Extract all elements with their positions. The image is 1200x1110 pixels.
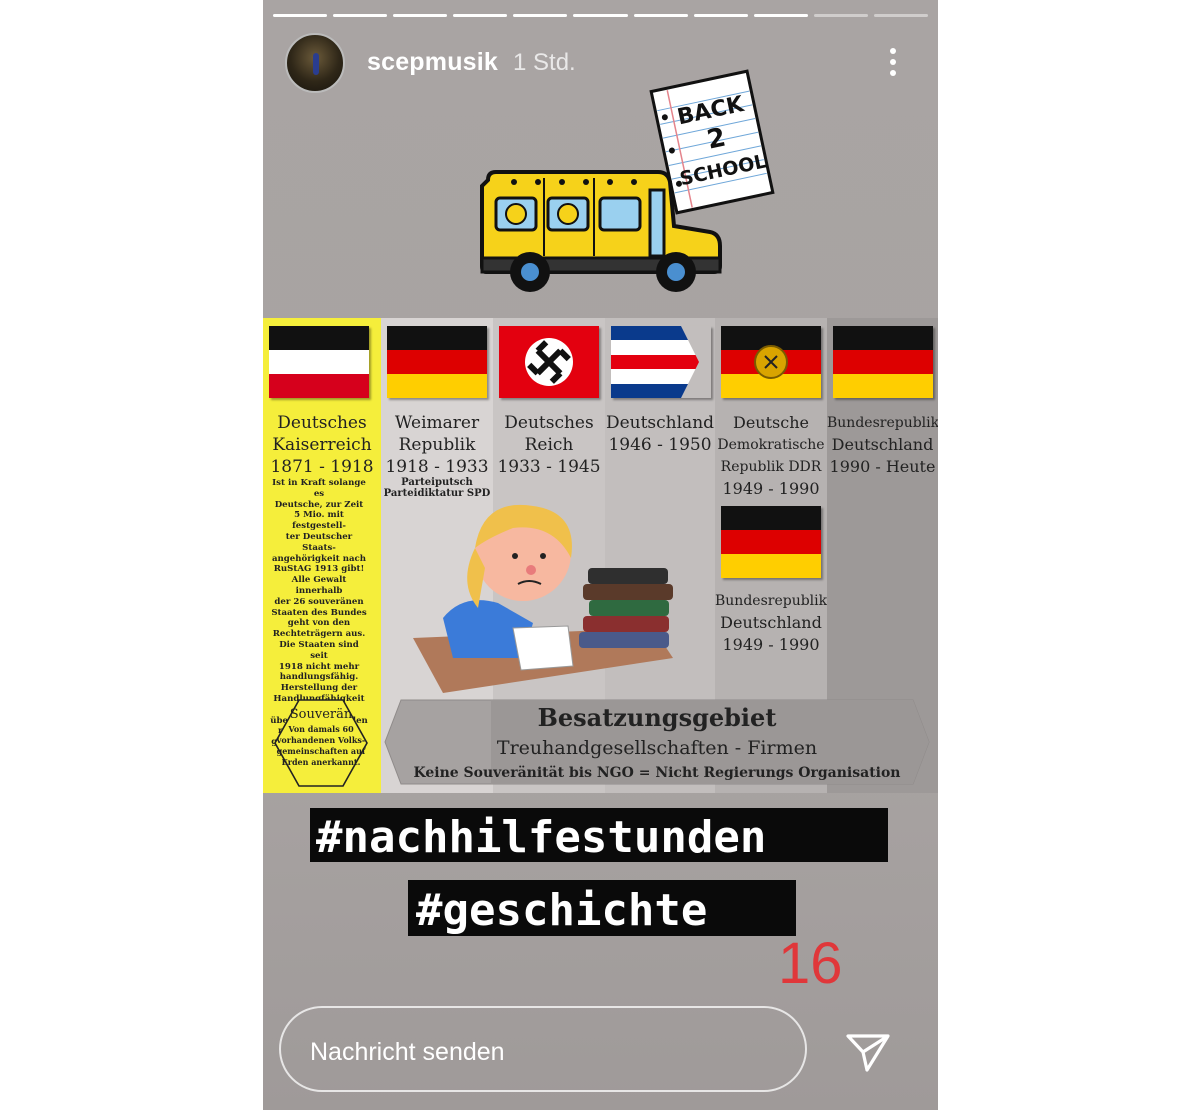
kaiser-text-line: 5 Mio. mit festgestell- xyxy=(292,510,346,532)
kaiserreich-title-1: Deutsches xyxy=(277,413,367,433)
send-icon[interactable] xyxy=(845,1030,891,1074)
deutschland-title: Deutschland xyxy=(605,413,715,433)
weimar-title-1: Weimarer xyxy=(394,413,480,433)
flag-swastika-icon xyxy=(499,326,599,398)
hashtag-nachhilfestunden[interactable]: #nachhilfestunden xyxy=(310,808,888,863)
story-viewer[interactable]: scepmusik 1 Std. BACK 2 SCHOOL Deutsches… xyxy=(263,0,938,1110)
progress-segment xyxy=(513,14,568,17)
username[interactable]: scepmusik xyxy=(367,48,498,77)
kaiserreich-years: 1871 - 1918 xyxy=(270,457,374,477)
kaiser-text-line: angehörigkeit nach xyxy=(271,553,367,564)
progress-segment xyxy=(393,14,448,17)
kaiser-text-line: Herstellung der xyxy=(280,683,358,694)
besatzung-title: Besatzungsgebiet xyxy=(538,703,777,732)
deutschland-years: 1946 - 1950 xyxy=(608,435,712,455)
progress-segment xyxy=(453,14,508,17)
progress-segment xyxy=(333,14,388,17)
flag-black-red-gold-icon xyxy=(387,326,487,398)
progress-segment xyxy=(753,14,808,17)
besatzungsgebiet-banner: Besatzungsgebiet Treuhandgesellschaften … xyxy=(384,699,930,785)
message-placeholder: Nachricht senden xyxy=(310,1038,505,1066)
hashtag-geschichte[interactable]: #geschichte xyxy=(408,880,796,936)
reich-title-2: Reich xyxy=(524,435,574,455)
kaiser-text-line: Rechteträgern aus. xyxy=(272,629,366,640)
ddr-title-1: Deutsche xyxy=(733,413,809,432)
kaiser-text-line: 1918 nicht mehr xyxy=(278,661,360,672)
kaiser-text-line: geht von den xyxy=(287,618,351,629)
brd-title-1: Bundesrepublik xyxy=(827,415,938,431)
souveraen-line-1: Von damals 60 xyxy=(287,724,354,734)
brd-title-2: Deutschland xyxy=(831,435,934,454)
kaiser-text-line: Ist in Kraft solange es xyxy=(272,478,366,499)
brd-1949-years: 1949 - 1990 xyxy=(722,635,820,654)
souveraen-line-4: Erden anerkannt. xyxy=(282,757,361,767)
brd-1949-title-2: Deutschland xyxy=(720,613,822,632)
brd-years: 1990 - Heute xyxy=(829,457,936,476)
kaiser-text-line: ter Deutscher Staats- xyxy=(285,531,353,553)
souveraen-line-3: gemeinschaften auf xyxy=(277,746,366,756)
flag-brd-icon xyxy=(833,326,933,398)
besatzung-subtitle: Treuhandgesellschaften - Firmen xyxy=(497,737,817,759)
reich-years: 1933 - 1945 xyxy=(497,457,601,477)
progress-segment xyxy=(813,14,868,17)
story-progress-bar xyxy=(273,14,929,18)
flag-ddr-icon xyxy=(721,326,821,398)
besatzung-line3: Keine Souveränität bis NGO = Nicht Regie… xyxy=(413,765,900,781)
progress-segment xyxy=(633,14,688,17)
school-bus-sticker xyxy=(480,170,722,292)
souveraen-badge: Souverän Von damals 60 vorhandenen Volks… xyxy=(274,699,368,787)
flag-brd-1949-icon xyxy=(721,506,821,578)
reich-title-1: Deutsches xyxy=(504,413,594,433)
progress-segment xyxy=(693,14,748,17)
ddr-title-3: Republik DDR xyxy=(720,459,822,475)
kaiser-text-line: Staaten des Bundes xyxy=(271,607,367,618)
ddr-title-2: Demokratische xyxy=(717,437,825,453)
souveraen-line-2: vorhandenen Volks- xyxy=(276,735,365,745)
weimar-years: 1918 - 1933 xyxy=(385,457,489,477)
kaiser-text-line: handlungsfähig. xyxy=(279,672,359,683)
kaiser-text-line: RuStAG 1913 gibt! xyxy=(273,564,365,575)
souveraen-title: Souverän xyxy=(290,707,353,722)
column-kaiserreich: Deutsches Kaiserreich 1871 - 1918 Ist in… xyxy=(263,318,381,793)
studying-girl-illustration xyxy=(413,504,673,693)
kaiser-text-line: Die Staaten sind seit xyxy=(279,639,359,661)
kaiser-text-line: der 26 souveränen xyxy=(274,596,364,607)
more-vertical-icon[interactable] xyxy=(883,44,903,84)
weimar-note-1: Parteiputsch xyxy=(401,477,473,488)
avatar[interactable] xyxy=(285,33,345,93)
progress-segment xyxy=(273,14,328,17)
weimar-title-2: Republik xyxy=(398,435,476,455)
story-time: 1 Std. xyxy=(513,49,576,76)
brd-1949-title-1: Bundesrepublik xyxy=(715,593,828,609)
kaiser-text-line: Deutsche, zur Zeit xyxy=(274,499,364,510)
kaiserreich-title-2: Kaiserreich xyxy=(272,435,372,455)
flag-black-white-red-icon xyxy=(269,326,369,398)
ddr-years: 1949 - 1990 xyxy=(722,479,820,498)
progress-segment xyxy=(873,14,929,17)
message-input[interactable]: Nachricht senden xyxy=(279,1006,807,1092)
number-sticker: 16 xyxy=(778,931,843,996)
kaiser-text-line: Alle Gewalt innerhalb xyxy=(291,575,347,596)
progress-segment xyxy=(573,14,628,17)
flag-c-pennant-icon xyxy=(611,326,711,398)
history-infographic: Deutsches Kaiserreich 1871 - 1918 Ist in… xyxy=(263,318,938,793)
